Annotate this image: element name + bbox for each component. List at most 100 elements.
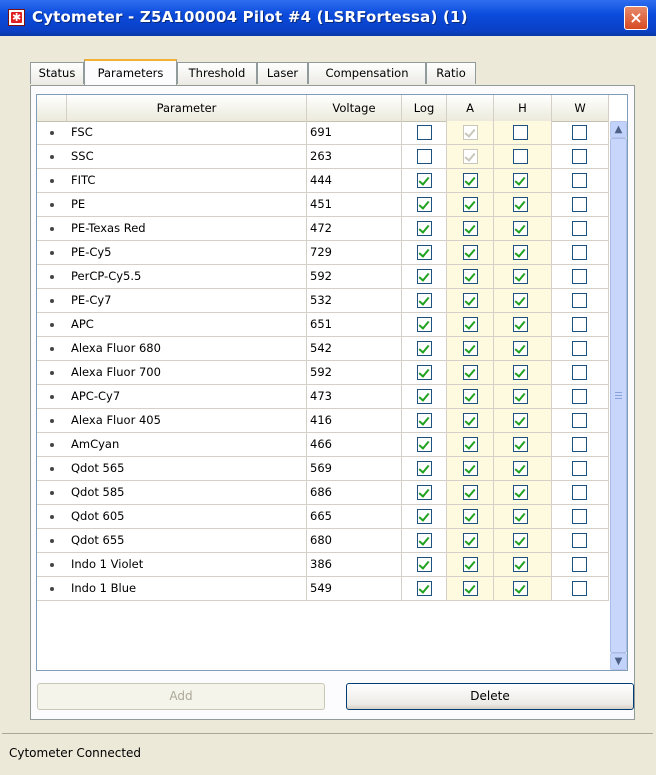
table-row[interactable]: Qdot 585 686 bbox=[37, 481, 609, 505]
log-checkbox[interactable] bbox=[417, 437, 432, 452]
voltage-cell[interactable]: 680 bbox=[307, 529, 402, 553]
table-row[interactable]: PE-Texas Red 472 bbox=[37, 217, 609, 241]
h-checkbox[interactable] bbox=[513, 365, 528, 380]
log-checkbox[interactable] bbox=[417, 149, 432, 164]
tab-status[interactable]: Status bbox=[30, 62, 84, 84]
w-checkbox[interactable] bbox=[572, 149, 587, 164]
log-checkbox[interactable] bbox=[417, 413, 432, 428]
table-row[interactable]: APC 651 bbox=[37, 313, 609, 337]
h-checkbox[interactable] bbox=[513, 413, 528, 428]
parameter-name-cell[interactable]: Alexa Fluor 700 bbox=[67, 361, 307, 385]
table-row[interactable]: FITC 444 bbox=[37, 169, 609, 193]
w-checkbox[interactable] bbox=[572, 197, 587, 212]
column-header-a[interactable]: A bbox=[447, 95, 494, 121]
w-checkbox[interactable] bbox=[572, 125, 587, 140]
column-header-log[interactable]: Log bbox=[402, 95, 447, 121]
w-checkbox[interactable] bbox=[572, 245, 587, 260]
table-row[interactable]: Alexa Fluor 405 416 bbox=[37, 409, 609, 433]
h-checkbox[interactable] bbox=[513, 245, 528, 260]
h-checkbox[interactable] bbox=[513, 533, 528, 548]
column-header-voltage[interactable]: Voltage bbox=[307, 95, 402, 121]
table-row[interactable]: APC-Cy7 473 bbox=[37, 385, 609, 409]
a-checkbox[interactable] bbox=[463, 557, 478, 572]
w-checkbox[interactable] bbox=[572, 365, 587, 380]
title-bar[interactable]: ✱ Cytometer - Z5A100004 Pilot #4 (LSRFor… bbox=[0, 0, 656, 36]
w-checkbox[interactable] bbox=[572, 437, 587, 452]
w-checkbox[interactable] bbox=[572, 389, 587, 404]
w-checkbox[interactable] bbox=[572, 581, 587, 596]
h-checkbox[interactable] bbox=[513, 437, 528, 452]
h-checkbox[interactable] bbox=[513, 509, 528, 524]
column-header-parameter[interactable]: Parameter bbox=[67, 95, 307, 121]
parameter-name-cell[interactable]: PE bbox=[67, 193, 307, 217]
a-checkbox[interactable] bbox=[463, 365, 478, 380]
table-row[interactable]: FSC 691 bbox=[37, 121, 609, 145]
h-checkbox[interactable] bbox=[513, 461, 528, 476]
log-checkbox[interactable] bbox=[417, 293, 432, 308]
a-checkbox[interactable] bbox=[463, 413, 478, 428]
column-header-h[interactable]: H bbox=[494, 95, 552, 121]
w-checkbox[interactable] bbox=[572, 317, 587, 332]
voltage-cell[interactable]: 263 bbox=[307, 145, 402, 169]
column-header-w[interactable]: W bbox=[552, 95, 609, 121]
w-checkbox[interactable] bbox=[572, 341, 587, 356]
close-button[interactable]: × bbox=[624, 6, 648, 30]
h-checkbox[interactable] bbox=[513, 149, 528, 164]
log-checkbox[interactable] bbox=[417, 317, 432, 332]
scroll-down-icon[interactable]: ▼ bbox=[610, 653, 627, 670]
h-checkbox[interactable] bbox=[513, 221, 528, 236]
tab-parameters[interactable]: Parameters bbox=[84, 59, 177, 85]
voltage-cell[interactable]: 549 bbox=[307, 577, 402, 601]
parameter-name-cell[interactable]: Alexa Fluor 680 bbox=[67, 337, 307, 361]
log-checkbox[interactable] bbox=[417, 461, 432, 476]
a-checkbox[interactable] bbox=[463, 269, 478, 284]
h-checkbox[interactable] bbox=[513, 485, 528, 500]
table-row[interactable]: SSC 263 bbox=[37, 145, 609, 169]
table-row[interactable]: Indo 1 Violet 386 bbox=[37, 553, 609, 577]
voltage-cell[interactable]: 444 bbox=[307, 169, 402, 193]
log-checkbox[interactable] bbox=[417, 485, 432, 500]
w-checkbox[interactable] bbox=[572, 533, 587, 548]
parameter-name-cell[interactable]: PE-Texas Red bbox=[67, 217, 307, 241]
voltage-cell[interactable]: 569 bbox=[307, 457, 402, 481]
table-row[interactable]: Qdot 565 569 bbox=[37, 457, 609, 481]
a-checkbox[interactable] bbox=[463, 197, 478, 212]
table-row[interactable]: PE-Cy7 532 bbox=[37, 289, 609, 313]
h-checkbox[interactable] bbox=[513, 341, 528, 356]
parameter-name-cell[interactable]: SSC bbox=[67, 145, 307, 169]
log-checkbox[interactable] bbox=[417, 341, 432, 356]
w-checkbox[interactable] bbox=[572, 293, 587, 308]
log-checkbox[interactable] bbox=[417, 581, 432, 596]
a-checkbox[interactable] bbox=[463, 221, 478, 236]
parameter-name-cell[interactable]: Qdot 655 bbox=[67, 529, 307, 553]
parameter-name-cell[interactable]: PE-Cy5 bbox=[67, 241, 307, 265]
parameter-name-cell[interactable]: FITC bbox=[67, 169, 307, 193]
w-checkbox[interactable] bbox=[572, 221, 587, 236]
a-checkbox[interactable] bbox=[463, 581, 478, 596]
parameter-name-cell[interactable]: AmCyan bbox=[67, 433, 307, 457]
voltage-cell[interactable]: 729 bbox=[307, 241, 402, 265]
log-checkbox[interactable] bbox=[417, 173, 432, 188]
log-checkbox[interactable] bbox=[417, 221, 432, 236]
log-checkbox[interactable] bbox=[417, 125, 432, 140]
voltage-cell[interactable]: 542 bbox=[307, 337, 402, 361]
table-row[interactable]: Qdot 605 665 bbox=[37, 505, 609, 529]
parameter-name-cell[interactable]: Qdot 565 bbox=[67, 457, 307, 481]
w-checkbox[interactable] bbox=[572, 461, 587, 476]
table-row[interactable]: AmCyan 466 bbox=[37, 433, 609, 457]
w-checkbox[interactable] bbox=[572, 485, 587, 500]
voltage-cell[interactable]: 466 bbox=[307, 433, 402, 457]
a-checkbox[interactable] bbox=[463, 293, 478, 308]
parameter-name-cell[interactable]: PerCP-Cy5.5 bbox=[67, 265, 307, 289]
h-checkbox[interactable] bbox=[513, 125, 528, 140]
w-checkbox[interactable] bbox=[572, 509, 587, 524]
table-row[interactable]: Qdot 655 680 bbox=[37, 529, 609, 553]
w-checkbox[interactable] bbox=[572, 269, 587, 284]
tab-threshold[interactable]: Threshold bbox=[177, 62, 257, 84]
parameter-name-cell[interactable]: APC-Cy7 bbox=[67, 385, 307, 409]
vertical-scrollbar[interactable]: ▲ ▼ bbox=[610, 121, 627, 670]
table-row[interactable]: Alexa Fluor 700 592 bbox=[37, 361, 609, 385]
table-row[interactable]: PerCP-Cy5.5 592 bbox=[37, 265, 609, 289]
log-checkbox[interactable] bbox=[417, 197, 432, 212]
table-row[interactable]: Indo 1 Blue 549 bbox=[37, 577, 609, 601]
